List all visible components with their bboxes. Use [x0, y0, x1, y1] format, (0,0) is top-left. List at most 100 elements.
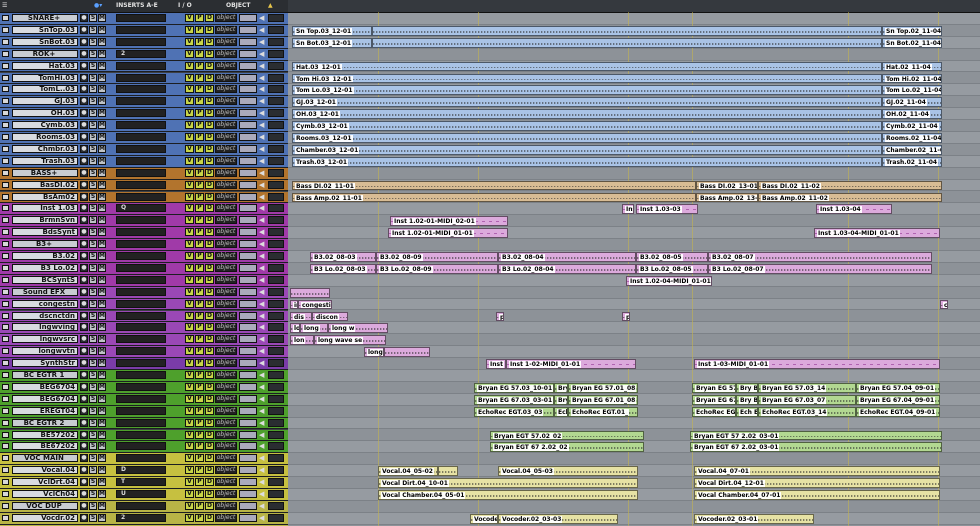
input-monitor-button[interactable]: ● — [80, 299, 88, 308]
audio-clip[interactable]: B3.02_08-09 — [376, 252, 498, 262]
object-button[interactable]: object — [215, 382, 237, 391]
io-v-button[interactable]: V — [185, 513, 194, 522]
dynamic-button[interactable] — [239, 406, 257, 415]
dynamic-button[interactable] — [239, 394, 257, 403]
io-d-button[interactable]: D — [205, 299, 214, 308]
track-row[interactable]: VclDrt.04 ● S M T V P Dobject ◀ — [0, 477, 288, 489]
folder-track-row[interactable]: Sound EFX ● S M V P Dobject ◀ — [0, 286, 288, 299]
track-row[interactable]: BE57202 ● S M V P Dobject ◀ — [0, 429, 288, 442]
input-monitor-button[interactable]: ● — [80, 109, 88, 118]
track-select-checkbox[interactable] — [2, 479, 9, 486]
io-p-button[interactable]: P — [195, 180, 204, 189]
object-button[interactable]: object — [215, 180, 237, 189]
track-select-checkbox[interactable] — [2, 419, 9, 426]
io-p-button[interactable]: P — [195, 121, 204, 130]
inserts-slot[interactable] — [116, 85, 166, 94]
solo-button[interactable]: S — [89, 168, 97, 177]
track-row[interactable]: Chmbr.03 ● S M V P Dobject ◀ — [0, 143, 288, 156]
mute-button[interactable]: M — [98, 240, 106, 249]
io-p-button[interactable]: P — [195, 144, 204, 153]
track-select-checkbox[interactable] — [2, 360, 9, 367]
dynamic-button[interactable] — [239, 204, 257, 213]
io-p-button[interactable]: P — [195, 240, 204, 249]
inserts-slot[interactable] — [116, 37, 166, 46]
io-d-button[interactable]: D — [205, 323, 214, 332]
io-v-button[interactable]: V — [185, 240, 194, 249]
audio-clip[interactable]: Tom Lo.02_11-04 — [882, 85, 942, 96]
mute-button[interactable]: M — [98, 156, 106, 165]
object-button[interactable]: object — [215, 252, 237, 260]
io-d-button[interactable]: D — [205, 168, 214, 177]
audio-clip[interactable]: Vocal Dirt.04_10-01 — [378, 478, 638, 488]
input-monitor-button[interactable]: ● — [80, 204, 88, 213]
solo-button[interactable]: S — [89, 275, 97, 284]
inserts-slot[interactable] — [116, 454, 166, 463]
audio-clip[interactable]: Bry B — [736, 382, 758, 393]
io-p-button[interactable]: P — [195, 228, 204, 237]
automation-mode[interactable] — [268, 275, 284, 284]
dynamic-button[interactable] — [239, 454, 257, 463]
io-p-button[interactable]: P — [195, 73, 204, 82]
track-name[interactable]: Sound EFX — [12, 287, 78, 296]
object-button[interactable]: object — [215, 37, 237, 46]
automation-mode[interactable] — [268, 490, 284, 498]
audio-clip[interactable]: lon — [290, 335, 314, 346]
track-select-checkbox[interactable] — [2, 205, 9, 212]
inserts-slot[interactable]: U — [116, 490, 166, 498]
track-name[interactable]: Hat.03 — [12, 61, 78, 70]
input-monitor-button[interactable]: ● — [80, 144, 88, 153]
folder-track-row[interactable]: VOC MAIN ● S M V P Dobject ◀ — [0, 453, 288, 466]
io-p-button[interactable]: P — [195, 133, 204, 141]
audio-clip[interactable]: Bass DI.02_11-02 — [758, 180, 942, 191]
dynamic-button[interactable] — [239, 347, 257, 356]
audio-clip[interactable]: Vocoder.02_03-03 — [498, 513, 618, 524]
audio-clip[interactable]: c — [940, 299, 948, 310]
mute-button[interactable]: M — [98, 430, 106, 439]
io-d-button[interactable]: D — [205, 240, 214, 249]
folder-track-row[interactable]: SNARE+ ● S M V P Dobject ◀ — [0, 13, 288, 25]
midi-clip[interactable]: Inst 1.03-03 — [636, 204, 698, 215]
automation-mode[interactable] — [268, 252, 284, 260]
track-lane[interactable] — [288, 286, 980, 299]
speaker-icon[interactable]: ◀ — [259, 121, 266, 129]
mute-button[interactable]: M — [98, 192, 106, 201]
input-monitor-button[interactable]: ● — [80, 61, 88, 70]
track-lane[interactable] — [288, 167, 980, 180]
solo-button[interactable]: S — [89, 335, 97, 344]
io-d-button[interactable]: D — [205, 144, 214, 153]
input-monitor-button[interactable]: ● — [80, 382, 88, 391]
speaker-icon[interactable]: ◀ — [259, 502, 266, 510]
automation-mode[interactable] — [268, 240, 284, 249]
io-v-button[interactable]: V — [185, 382, 194, 391]
io-p-button[interactable]: P — [195, 85, 204, 94]
solo-button[interactable]: S — [89, 73, 97, 82]
solo-button[interactable]: S — [89, 240, 97, 249]
inserts-slot[interactable] — [116, 133, 166, 141]
speaker-icon[interactable]: ◀ — [259, 50, 266, 58]
speaker-icon[interactable]: ◀ — [259, 74, 266, 82]
track-name[interactable]: SnTop.03 — [12, 25, 78, 34]
audio-clip[interactable]: p — [496, 311, 504, 322]
input-monitor-button[interactable]: ● — [80, 263, 88, 272]
audio-clip[interactable]: Bry B — [736, 394, 758, 405]
track-row[interactable]: lngwving ● S M V P Dobject ◀ — [0, 322, 288, 335]
object-button[interactable]: object — [215, 156, 237, 165]
io-v-button[interactable]: V — [185, 156, 194, 165]
io-p-button[interactable]: P — [195, 359, 204, 368]
audio-clip[interactable]: Tom Lo.03_12-01 — [292, 85, 882, 96]
solo-button[interactable]: S — [89, 85, 97, 94]
audio-clip[interactable]: Bry — [554, 382, 568, 393]
track-select-checkbox[interactable] — [2, 288, 9, 295]
track-row[interactable]: B3 Lo.02 ● S M V P Dobject ◀ — [0, 262, 288, 275]
track-select-checkbox[interactable] — [2, 276, 9, 283]
track-select-checkbox[interactable] — [2, 443, 9, 450]
audio-clip[interactable]: B3 Lo.02_08-05 — [636, 263, 708, 274]
mute-button[interactable]: M — [98, 37, 106, 46]
audio-clip[interactable]: Bryan EGT 67 2.02_02 — [490, 442, 644, 453]
dynamic-button[interactable] — [239, 25, 257, 34]
track-row[interactable]: BEG6704 ● S M V P Dobject ◀ — [0, 393, 288, 406]
midi-clip[interactable]: Inst 1.02-01-MIDI_02-01 — [390, 216, 508, 227]
solo-button[interactable]: S — [89, 299, 97, 308]
audio-clip[interactable]: dis — [290, 311, 312, 322]
solo-button[interactable]: S — [89, 49, 97, 58]
